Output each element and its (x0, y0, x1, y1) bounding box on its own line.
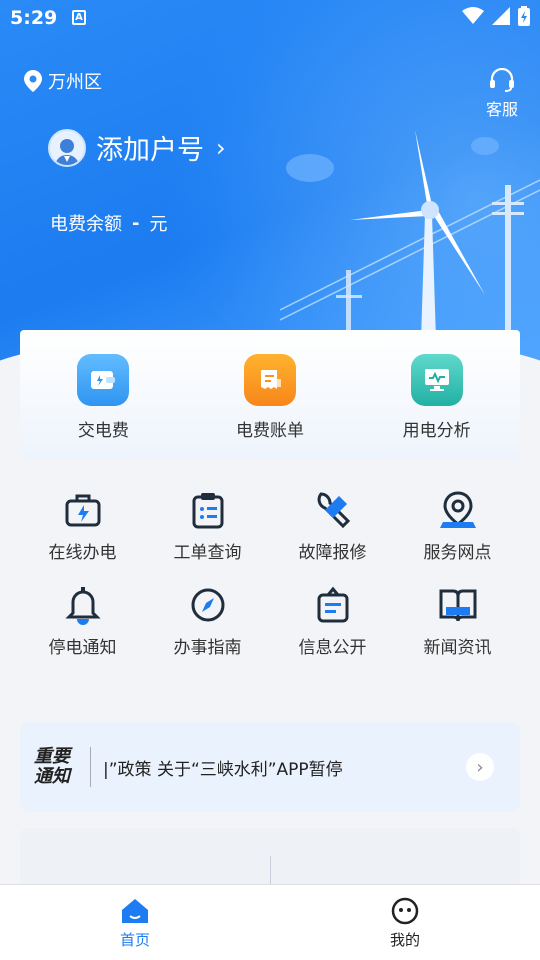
grid-item-outage-notice[interactable]: 停电通知 (20, 585, 145, 658)
briefcase-bolt-icon (65, 494, 100, 527)
account-label: 添加户号 (96, 135, 204, 166)
bag-document-icon (317, 586, 348, 623)
balance-value: - (132, 212, 140, 234)
grid-item-online-power[interactable]: 在线办电 (20, 490, 145, 563)
chevron-right-icon: › (216, 133, 226, 162)
grid-label: 工单查询 (173, 543, 242, 563)
quick-pay-bill[interactable]: 交电费 (43, 354, 163, 460)
grid-item-info-disclosure[interactable]: 信息公开 (270, 585, 395, 658)
quick-label: 用电分析 (402, 421, 471, 441)
grid-label: 办事指南 (173, 638, 242, 658)
status-bar: 5:29 A (0, 0, 540, 36)
tab-home[interactable]: 首页 (0, 885, 270, 960)
notice-tag-line1: 重要 (34, 746, 70, 767)
notice-tag-line2: 通知 (34, 766, 70, 787)
grid-label: 新闻资讯 (423, 638, 492, 658)
chevron-right-icon[interactable]: › (466, 753, 494, 781)
tab-label: 我的 (389, 931, 420, 949)
grid-label: 在线办电 (48, 543, 117, 563)
promo-banner[interactable] (20, 828, 520, 896)
quick-bill[interactable]: 电费账单 (210, 354, 330, 460)
balance-unit: 元 (149, 214, 168, 235)
grid-item-guide[interactable]: 办事指南 (145, 585, 270, 658)
status-icons (462, 6, 530, 26)
bill-icon (243, 354, 296, 406)
tab-mine[interactable]: 我的 (270, 885, 540, 960)
signal-icon (492, 7, 510, 25)
compass-icon (191, 588, 224, 622)
bell-icon (64, 587, 101, 625)
home-icon (122, 899, 148, 923)
monitor-chart-icon (410, 354, 463, 406)
grid-item-news[interactable]: 新闻资讯 (395, 585, 520, 658)
wind-turbine-illustration (280, 130, 540, 340)
quick-label: 交电费 (77, 421, 129, 441)
book-icon (439, 589, 476, 622)
service-label: 客服 (485, 100, 518, 119)
grid-item-service-outlet[interactable]: 服务网点 (395, 490, 520, 563)
grid-label: 信息公开 (298, 638, 367, 658)
location-label: 万州区 (48, 72, 102, 93)
notice-marquee-text: |”政策 关于“三峡水利”APP暂停 (103, 759, 343, 780)
grid-item-work-order[interactable]: 工单查询 (145, 490, 270, 563)
notice-tag: 重要 通知 (34, 747, 84, 787)
bottom-tab-bar: 首页 我的 (0, 884, 540, 960)
location-pin-icon (24, 70, 42, 92)
wrench-icon (317, 492, 350, 529)
balance-label: 电费余额 (50, 214, 122, 235)
quick-usage-analysis[interactable]: 用电分析 (377, 354, 497, 460)
headset-icon (490, 68, 514, 92)
battery-icon (518, 6, 530, 26)
important-notice-bar[interactable]: 重要 通知 |”政策 关于“三峡水利”APP暂停 › (20, 722, 520, 812)
grid-item-repair[interactable]: 故障报修 (270, 490, 395, 563)
grid-label: 故障报修 (298, 543, 367, 563)
location-pin-icon (439, 491, 476, 528)
status-time: 5:29 (10, 7, 58, 29)
wifi-icon (462, 7, 484, 24)
clipboard-list-icon (192, 493, 223, 529)
service-grid: 在线办电 工单查询 故障报修 服务网点 停电通知 办事指南 信息公开 新闻资讯 (20, 490, 520, 658)
tab-label: 首页 (119, 931, 150, 949)
customer-service-button[interactable]: 客服 (482, 68, 522, 120)
user-avatar-icon (54, 138, 80, 165)
avatar (48, 128, 86, 167)
wallet-icon (77, 354, 130, 406)
notification-app-icon: A (72, 10, 86, 25)
notice-divider (90, 747, 91, 787)
location-selector[interactable]: 万州区 (24, 68, 102, 94)
grid-label: 服务网点 (423, 543, 492, 563)
quick-actions-card: 交电费 电费账单 用电分析 (20, 330, 520, 460)
smiley-face-icon (391, 897, 419, 925)
quick-label: 电费账单 (235, 421, 304, 441)
balance-row: 电费余额 - 元 (50, 210, 167, 236)
grid-label: 停电通知 (48, 638, 117, 658)
add-account-button[interactable]: 添加户号 › (48, 128, 226, 167)
